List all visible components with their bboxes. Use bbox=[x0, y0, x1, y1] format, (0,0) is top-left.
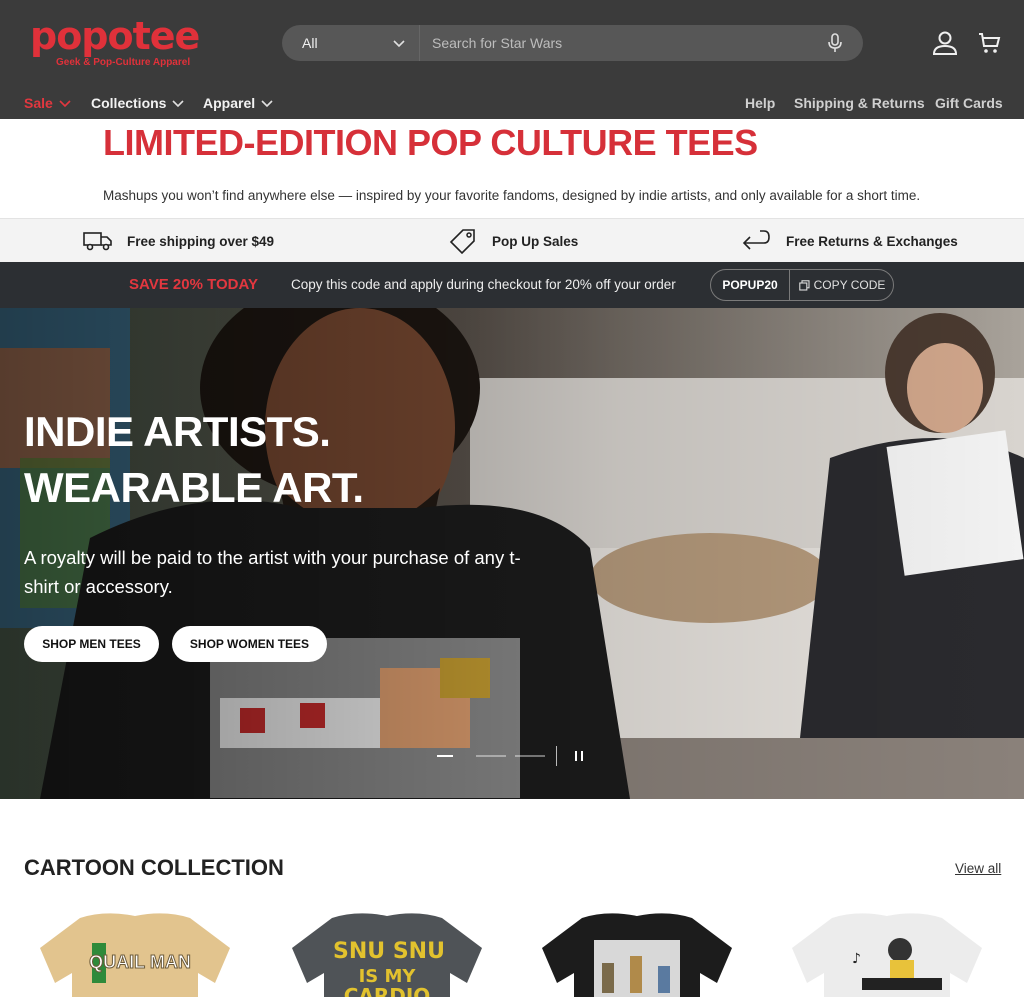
logo-tagline: Geek & Pop-Culture Apparel bbox=[56, 57, 191, 68]
product-card[interactable]: SNU SNU IS MY CARDIO bbox=[282, 908, 492, 997]
slide-dot[interactable] bbox=[437, 755, 453, 757]
shop-women-tees-button[interactable]: SHOP WOMEN TEES bbox=[172, 626, 327, 662]
shop-men-tees-button[interactable]: SHOP MEN TEES bbox=[24, 626, 159, 662]
nav-collections[interactable]: Collections bbox=[91, 95, 185, 111]
microphone-icon[interactable] bbox=[826, 33, 844, 53]
slide-dot[interactable] bbox=[476, 755, 506, 757]
chevron-down-icon bbox=[172, 100, 185, 108]
page-title: LIMITED-EDITION POP CULTURE TEES bbox=[103, 122, 758, 163]
svg-text:♪: ♪ bbox=[852, 951, 861, 967]
copy-code-label: COPY CODE bbox=[813, 278, 886, 292]
promo-banner: SAVE 20% TODAY Copy this code and apply … bbox=[0, 262, 1024, 308]
product-image: ♪ bbox=[792, 913, 982, 997]
product-image: QUAIL MAN bbox=[40, 913, 230, 997]
promo-code-pill: POPUP20 COPY CODE bbox=[710, 269, 894, 301]
site-header: popotee Geek & Pop-Culture Apparel All S… bbox=[0, 0, 1024, 119]
product-print-text: QUAIL MAN bbox=[89, 952, 191, 972]
usp-label: Free shipping over $49 bbox=[127, 233, 275, 249]
usp-free-returns: Free Returns & Exchanges bbox=[740, 219, 958, 263]
product-print-text: SNU SNU bbox=[333, 939, 445, 964]
pause-icon[interactable] bbox=[573, 750, 585, 762]
return-arrow-icon bbox=[742, 230, 770, 250]
truck-icon bbox=[83, 232, 112, 251]
usp-bar: Free shipping over $49 Pop Up Sales Free… bbox=[0, 218, 1024, 262]
nav-collections-label: Collections bbox=[91, 95, 167, 111]
usp-label: Pop Up Sales bbox=[492, 233, 579, 249]
account-icon[interactable] bbox=[932, 30, 958, 56]
product-image bbox=[542, 913, 732, 997]
nav-sale[interactable]: Sale bbox=[24, 95, 71, 111]
chevron-down-icon bbox=[393, 40, 405, 48]
search-input[interactable] bbox=[432, 25, 812, 61]
usp-free-shipping: Free shipping over $49 bbox=[83, 219, 274, 263]
hero-banner: INDIE ARTISTS. WEARABLE ART. A royalty w… bbox=[0, 308, 1024, 799]
slide-dot[interactable] bbox=[515, 755, 545, 757]
help-link[interactable]: Help bbox=[745, 95, 775, 111]
collection-title: CARTOON COLLECTION bbox=[24, 855, 284, 880]
chevron-down-icon bbox=[59, 100, 71, 108]
product-card[interactable]: QUAIL MAN bbox=[30, 908, 240, 997]
promo-code: POPUP20 bbox=[711, 270, 790, 300]
view-all-link[interactable]: View all bbox=[955, 861, 1001, 876]
nav-apparel-label: Apparel bbox=[203, 95, 256, 111]
cart-icon[interactable] bbox=[978, 31, 1002, 55]
search-category-label: All bbox=[302, 35, 318, 51]
promo-headline: SAVE 20% TODAY bbox=[129, 276, 258, 293]
product-image: SNU SNU IS MY CARDIO bbox=[292, 913, 482, 997]
product-print-text: CARDIO bbox=[344, 984, 431, 997]
hero-heading-line2: WEARABLE ART. bbox=[24, 464, 364, 511]
tag-icon bbox=[449, 229, 475, 254]
search-bar: All bbox=[282, 25, 863, 61]
nav-sale-label: Sale bbox=[24, 95, 53, 111]
search-category-select[interactable]: All bbox=[282, 25, 420, 61]
logo-wordmark: popotee bbox=[30, 14, 200, 58]
product-card[interactable]: ♪ bbox=[782, 908, 992, 997]
usp-label: Free Returns & Exchanges bbox=[786, 233, 958, 249]
hero-heading-line1: INDIE ARTISTS. bbox=[24, 408, 331, 455]
copy-code-button[interactable]: COPY CODE bbox=[790, 270, 894, 300]
usp-pop-up-sales: Pop Up Sales bbox=[448, 219, 578, 263]
gift-cards-link[interactable]: Gift Cards bbox=[935, 95, 1003, 111]
product-card[interactable] bbox=[532, 908, 742, 997]
promo-text: Copy this code and apply during checkout… bbox=[291, 277, 676, 292]
nav-apparel[interactable]: Apparel bbox=[203, 95, 273, 111]
chevron-down-icon bbox=[261, 100, 273, 108]
slide-divider bbox=[556, 746, 557, 766]
shipping-returns-link[interactable]: Shipping & Returns bbox=[794, 95, 925, 111]
copy-icon bbox=[798, 279, 810, 291]
page-description: Mashups you won’t find anywhere else — i… bbox=[103, 188, 921, 203]
logo[interactable]: popotee Geek & Pop-Culture Apparel bbox=[30, 14, 230, 72]
hero-subtext: A royalty will be paid to the artist wit… bbox=[24, 547, 521, 597]
